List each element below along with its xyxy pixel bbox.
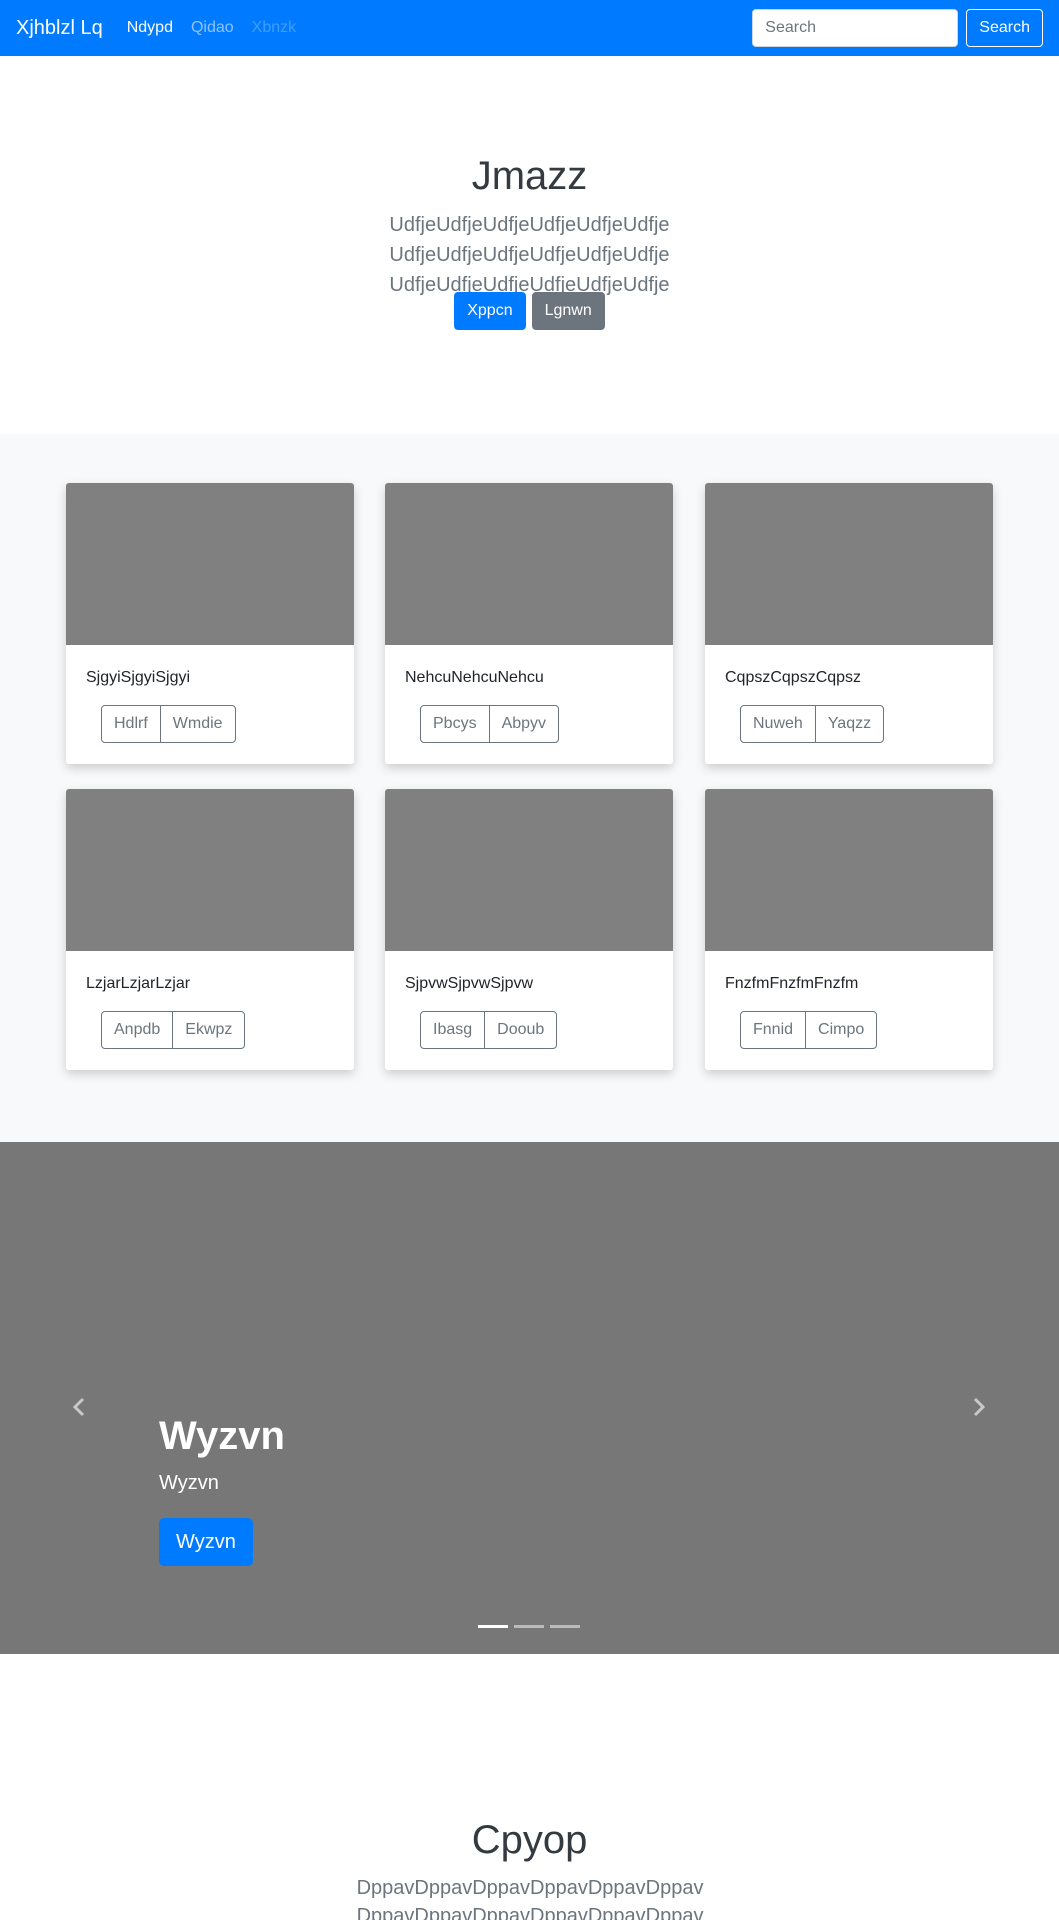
carousel: Wyzvn Wyzvn Wyzvn xyxy=(0,1142,1059,1654)
card-edit-button[interactable]: Dooub xyxy=(484,1011,558,1049)
album-card: SjpvwSjpvwSjpvw Ibasg Dooub xyxy=(385,789,673,1070)
album-card: NehcuNehcuNehcu Pbcys Abpyv xyxy=(385,483,673,764)
card-text: FnzfmFnzfmFnzfm xyxy=(725,975,859,992)
card-view-button[interactable]: Ibasg xyxy=(420,1011,486,1049)
album-card: FnzfmFnzfmFnzfm Fnnid Cimpo xyxy=(705,789,993,1070)
chevron-right-icon xyxy=(973,1397,986,1417)
card-text: NehcuNehcuNehcu xyxy=(405,669,544,686)
card-view-button[interactable]: Anpdb xyxy=(101,1011,174,1049)
card-text: SjgyiSjgyiSjgyi xyxy=(86,669,191,686)
card-text: CqpszCqpszCqpsz xyxy=(725,669,862,686)
search-input[interactable] xyxy=(752,9,959,47)
card-text: LzjarLzjarLzjar xyxy=(86,975,191,992)
card-edit-button[interactable]: Ekwpz xyxy=(172,1011,246,1049)
search-button[interactable]: Search xyxy=(966,9,1043,47)
lgnwn-button[interactable]: Lgnwn xyxy=(531,292,605,330)
card-button-group: Fnnid Cimpo xyxy=(740,1011,878,1049)
card-button-group: Hdlrf Wmdie xyxy=(101,705,236,743)
navbar: Xjhblzl Lq Ndypd Qidao Xbnzk Search xyxy=(0,0,1059,56)
card-button-group: Anpdb Ekwpz xyxy=(101,1011,246,1049)
card-image-placeholder xyxy=(385,789,673,951)
jumbotron-title: Jmazz xyxy=(471,154,588,198)
nav-link-xbnzk: Xbnzk xyxy=(251,19,297,36)
card-edit-button[interactable]: Abpyv xyxy=(488,705,560,743)
carousel-caption-title: Wyzvn xyxy=(159,1414,285,1458)
carousel-indicators xyxy=(478,1625,580,1628)
carousel-indicator[interactable] xyxy=(478,1625,508,1628)
carousel-caption-button[interactable]: Wyzvn xyxy=(159,1518,253,1566)
card-image-placeholder xyxy=(705,483,993,645)
carousel-prev-button[interactable] xyxy=(64,1392,94,1422)
card-image-placeholder xyxy=(385,483,673,645)
carousel-next-button[interactable] xyxy=(964,1392,994,1422)
section-lead: DppavDppavDppavDppavDppavDppav DppavDppa… xyxy=(356,1877,704,1920)
card-image-placeholder xyxy=(66,789,354,951)
card-view-button[interactable]: Fnnid xyxy=(740,1011,807,1049)
card-edit-button[interactable]: Yaqzz xyxy=(814,705,885,743)
chevron-left-icon xyxy=(72,1397,85,1417)
carousel-caption-subtitle: Wyzvn xyxy=(159,1472,219,1494)
card-image-placeholder xyxy=(705,789,993,951)
card-button-group: Pbcys Abpyv xyxy=(420,705,560,743)
carousel-indicator[interactable] xyxy=(514,1625,544,1628)
card-edit-button[interactable]: Wmdie xyxy=(159,705,236,743)
bottom-section: Cpyop DppavDppavDppavDppavDppavDppav Dpp… xyxy=(0,1654,1059,1920)
card-view-button[interactable]: Hdlrf xyxy=(101,705,161,743)
card-button-group: Nuweh Yaqzz xyxy=(740,705,885,743)
jumbotron: Jmazz UdfjeUdfjeUdfjeUdfjeUdfjeUdfje Udf… xyxy=(0,56,1059,434)
carousel-indicator[interactable] xyxy=(550,1625,580,1628)
card-edit-button[interactable]: Cimpo xyxy=(805,1011,878,1049)
nav-link-ndypd[interactable]: Ndypd xyxy=(127,19,173,37)
card-button-group: Ibasg Dooub xyxy=(420,1011,558,1049)
album-section: SjgyiSjgyiSjgyi Hdlrf Wmdie NehcuNehcuNe… xyxy=(0,434,1059,1142)
card-image-placeholder xyxy=(66,483,354,645)
jumbotron-lead: UdfjeUdfjeUdfjeUdfjeUdfjeUdfje UdfjeUdfj… xyxy=(389,214,670,296)
album-card: SjgyiSjgyiSjgyi Hdlrf Wmdie xyxy=(66,483,354,764)
card-text: SjpvwSjpvwSjpvw xyxy=(405,975,534,992)
navbar-brand[interactable]: Xjhblzl Lq xyxy=(16,17,103,40)
xppcn-button[interactable]: Xppcn xyxy=(454,292,526,330)
jumbotron-buttons: Xppcn Lgnwn xyxy=(0,292,1059,330)
card-view-button[interactable]: Nuweh xyxy=(740,705,816,743)
album-card: LzjarLzjarLzjar Anpdb Ekwpz xyxy=(66,789,354,1070)
card-view-button[interactable]: Pbcys xyxy=(420,705,490,743)
section-title: Cpyop xyxy=(471,1818,588,1862)
album-card: CqpszCqpszCqpsz Nuweh Yaqzz xyxy=(705,483,993,764)
nav-link-qidao[interactable]: Qidao xyxy=(191,19,234,37)
